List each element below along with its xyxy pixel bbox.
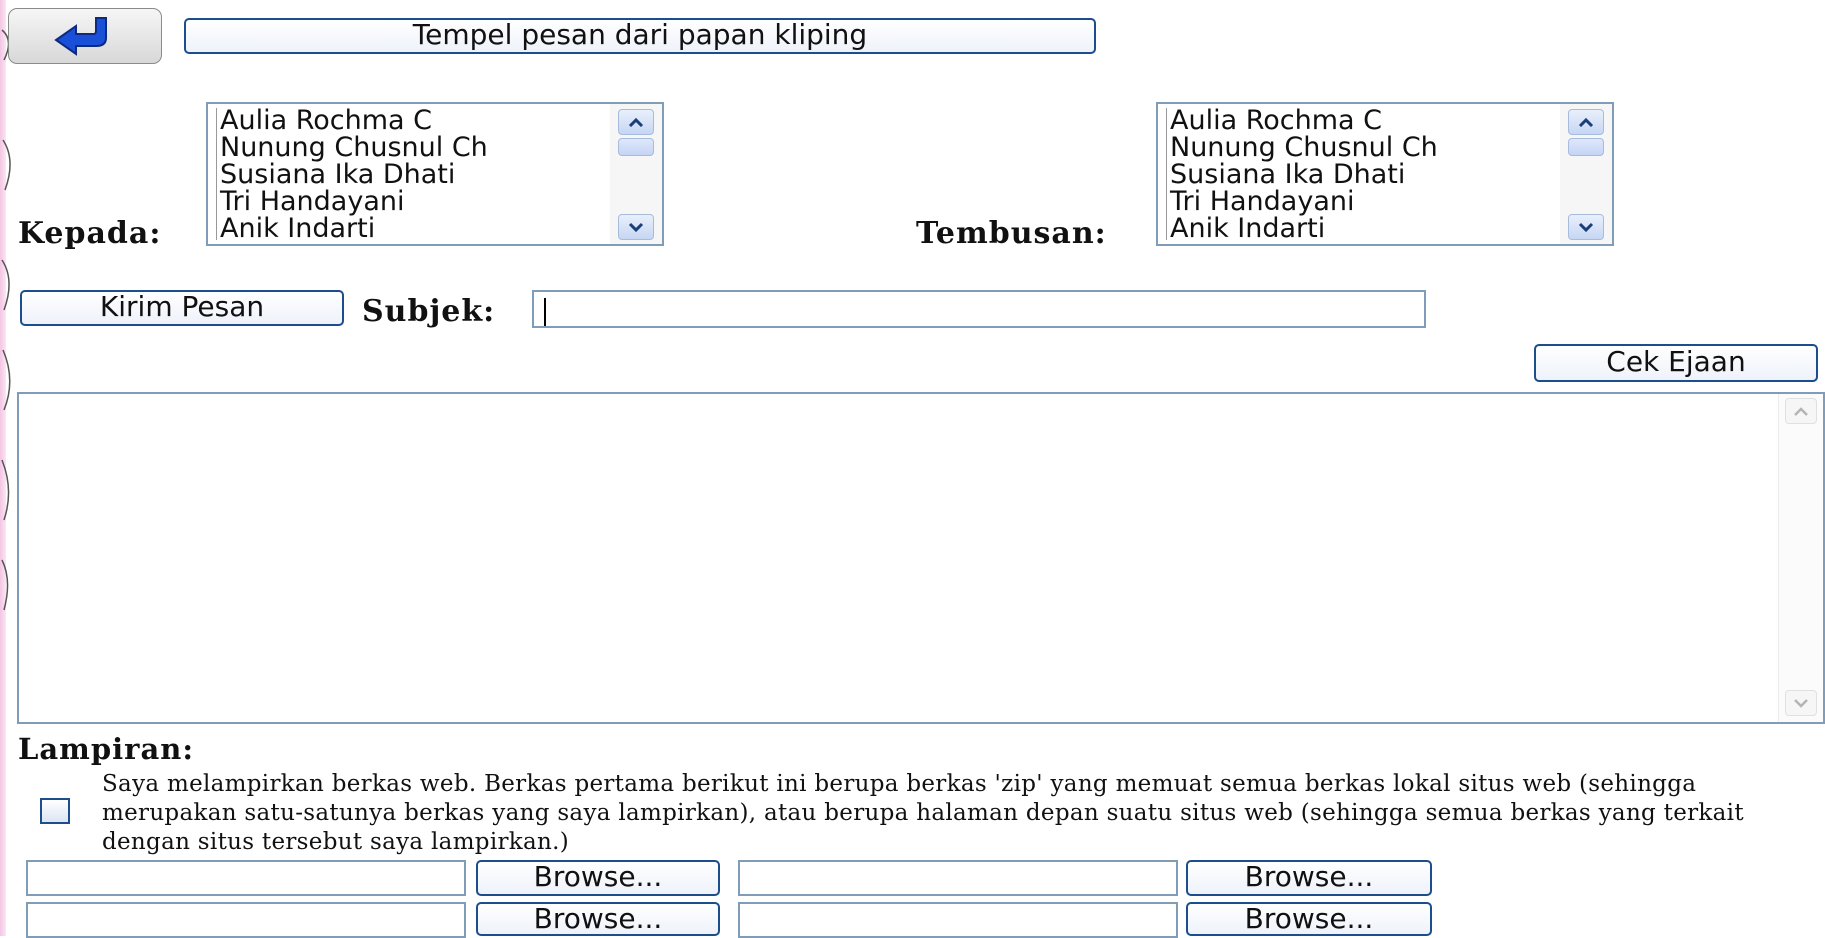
- list-item[interactable]: Aulia Rochma C: [220, 107, 611, 134]
- send-message-button[interactable]: Kirim Pesan: [20, 290, 344, 326]
- subject-label: Subjek:: [362, 294, 496, 329]
- list-item[interactable]: Nunung Chusnul Ch: [1170, 134, 1561, 161]
- to-listbox-scrollbar[interactable]: [610, 104, 662, 244]
- text-caret: [544, 298, 546, 326]
- to-listbox[interactable]: Aulia Rochma C Nunung Chusnul Ch Susiana…: [206, 102, 664, 246]
- list-item[interactable]: Aulia Rochma C: [1170, 107, 1561, 134]
- scroll-down-icon[interactable]: [618, 214, 654, 240]
- subject-input[interactable]: [532, 290, 1426, 328]
- list-item[interactable]: Anik Indarti: [1170, 215, 1561, 242]
- scroll-up-icon[interactable]: [1785, 398, 1817, 424]
- attachment-file-input-3[interactable]: [26, 902, 466, 938]
- browse-button-4[interactable]: Browse...: [1186, 902, 1432, 936]
- list-item[interactable]: Anik Indarti: [220, 215, 611, 242]
- browse-button-1[interactable]: Browse...: [476, 860, 720, 896]
- list-item[interactable]: Nunung Chusnul Ch: [220, 134, 611, 161]
- cc-listbox[interactable]: Aulia Rochma C Nunung Chusnul Ch Susiana…: [1156, 102, 1614, 246]
- back-arrow-icon: [54, 17, 107, 56]
- web-files-description: Saya melampirkan berkas web. Berkas pert…: [102, 771, 1744, 855]
- message-body-scrollbar[interactable]: [1778, 394, 1823, 722]
- scroll-up-icon[interactable]: [618, 109, 654, 135]
- list-item[interactable]: Susiana Ika Dhati: [220, 161, 611, 188]
- scroll-thumb[interactable]: [1568, 138, 1604, 156]
- browse-button-3[interactable]: Browse...: [476, 902, 720, 936]
- scroll-down-icon[interactable]: [1785, 690, 1817, 716]
- cc-label: Tembusan:: [916, 216, 1107, 251]
- message-body-textarea[interactable]: [17, 392, 1825, 724]
- list-item[interactable]: Tri Handayani: [220, 188, 611, 215]
- list-item[interactable]: Tri Handayani: [1170, 188, 1561, 215]
- list-item[interactable]: Susiana Ika Dhati: [1170, 161, 1561, 188]
- to-label: Kepada:: [18, 216, 162, 251]
- attachment-file-input-2[interactable]: [738, 860, 1178, 896]
- back-button[interactable]: [8, 8, 162, 64]
- attachments-heading: Lampiran:: [18, 732, 195, 766]
- scroll-down-icon[interactable]: [1568, 214, 1604, 240]
- attachment-file-input-1[interactable]: [26, 860, 466, 896]
- paste-from-clipboard-button[interactable]: Tempel pesan dari papan kliping: [184, 18, 1096, 54]
- attachment-file-input-4[interactable]: [738, 902, 1178, 938]
- cc-listbox-scrollbar[interactable]: [1560, 104, 1612, 244]
- scroll-up-icon[interactable]: [1568, 109, 1604, 135]
- web-files-checkbox[interactable]: [40, 798, 70, 824]
- browse-button-2[interactable]: Browse...: [1186, 860, 1432, 896]
- spell-check-button[interactable]: Cek Ejaan: [1534, 344, 1818, 382]
- scroll-thumb[interactable]: [618, 138, 654, 156]
